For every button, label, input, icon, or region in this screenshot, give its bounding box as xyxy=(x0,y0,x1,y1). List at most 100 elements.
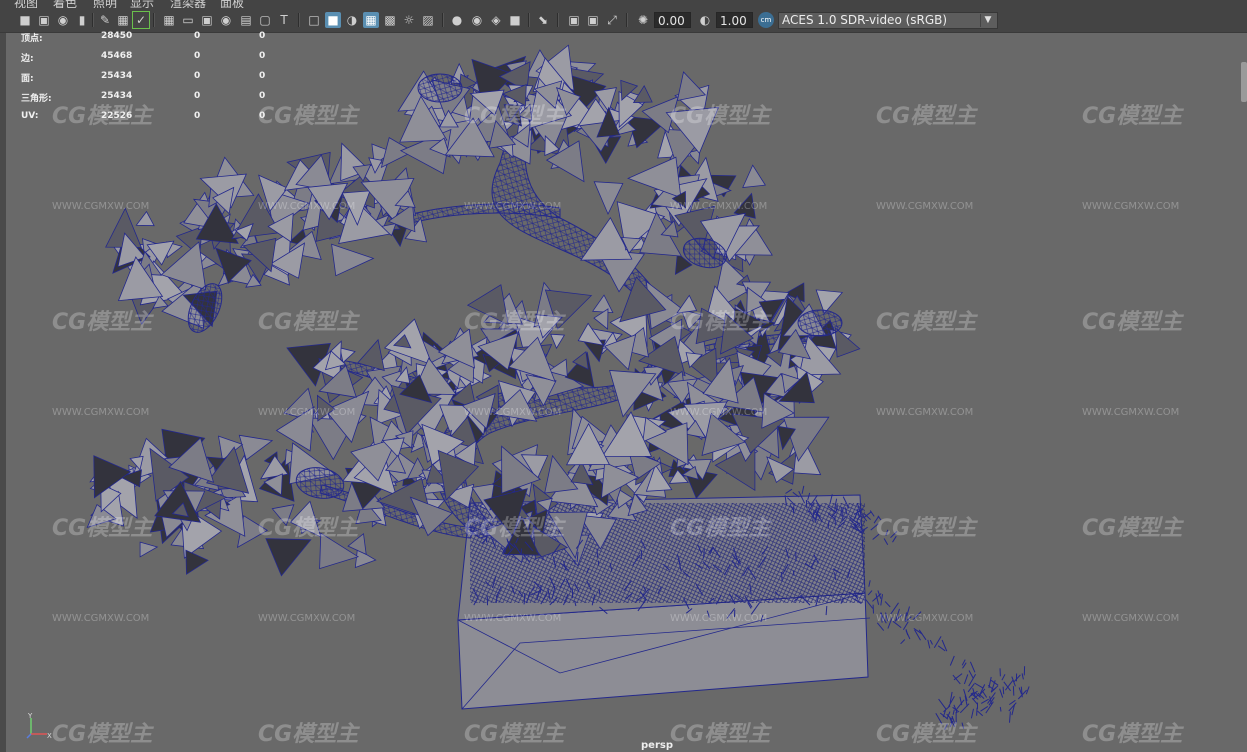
moss-strand xyxy=(1009,711,1011,723)
watermark-logo: CG模型主 xyxy=(52,310,153,335)
safe-title-icon[interactable]: ▢ xyxy=(257,12,273,28)
watermark-url: WWW.CGMXW.COM xyxy=(1082,613,1180,624)
moss-strand xyxy=(937,645,946,652)
view-transform-dropdown[interactable]: ACES 1.0 SDR-video (sRGB) ▼ xyxy=(778,12,998,29)
menu-renderer[interactable]: 渲染器 xyxy=(170,0,206,8)
axis-gizmo-icon: Y X xyxy=(26,712,52,740)
moss-strand xyxy=(933,636,942,648)
watermark-url: WWW.CGMXW.COM xyxy=(258,613,356,624)
watermark-logo: CG模型主 xyxy=(876,516,977,541)
depth-of-field-icon[interactable]: ■ xyxy=(507,12,523,28)
screen-space-ao-icon[interactable]: ● xyxy=(449,12,465,28)
moss-strand xyxy=(918,629,927,641)
watermark-logo: CG模型主 xyxy=(876,310,977,335)
watermark-logo: CG模型主 xyxy=(670,310,771,335)
moss-strand xyxy=(792,506,795,514)
multisample-aa-icon[interactable]: ◈ xyxy=(488,12,504,28)
wireframe-on-shaded-icon[interactable]: ▦ xyxy=(363,12,379,28)
menu-bar: 视图 着色 照明 显示 渲染器 面板 xyxy=(0,0,1247,8)
film-gate-icon[interactable]: ▭ xyxy=(180,12,196,28)
moss-strand xyxy=(977,710,984,717)
camera-attributes-icon[interactable]: ▣ xyxy=(36,12,52,28)
watermark-url: WWW.CGMXW.COM xyxy=(876,201,974,212)
watermark-url: WWW.CGMXW.COM xyxy=(52,201,150,212)
watermark-url: WWW.CGMXW.COM xyxy=(670,201,768,212)
grease-pencil-icon[interactable]: ✎ xyxy=(97,12,113,28)
two-d-pan-icon[interactable]: ▦ xyxy=(115,12,131,28)
hud-value: 25434 xyxy=(101,91,133,101)
xray-icon[interactable]: ▣ xyxy=(566,12,582,28)
gamma-icon[interactable]: ◐ xyxy=(697,12,713,28)
field-chart-icon[interactable]: ◉ xyxy=(218,12,234,28)
moss-strand xyxy=(867,590,873,596)
textured-icon[interactable]: ▩ xyxy=(382,12,398,28)
motion-blur-icon[interactable]: ◉ xyxy=(469,12,485,28)
smooth-shade-icon[interactable]: ■ xyxy=(325,12,341,28)
menu-show[interactable]: 显示 xyxy=(130,0,154,8)
moss-strand xyxy=(969,661,976,673)
leaf-polygon xyxy=(627,156,682,199)
scrollbar-handle[interactable] xyxy=(1241,62,1247,102)
watermark-url: WWW.CGMXW.COM xyxy=(52,613,150,624)
leaf-polygon xyxy=(550,333,566,350)
leaf-polygon xyxy=(139,541,159,558)
watermark-logo: CG模型主 xyxy=(464,516,565,541)
xray-joints-icon[interactable]: ▣ xyxy=(585,12,601,28)
hud-label: 面: xyxy=(21,74,34,84)
watermark-logo: CG模型主 xyxy=(876,104,977,129)
grid-icon[interactable]: ▦ xyxy=(161,12,177,28)
hud-value: 22526 xyxy=(101,111,133,121)
moss-strand xyxy=(781,571,783,582)
hud-value: 28450 xyxy=(101,31,133,41)
watermark-logo: CG模型主 xyxy=(52,722,153,747)
safe-action-icon[interactable]: ▤ xyxy=(238,12,254,28)
leaf-polygon xyxy=(135,210,155,227)
use-all-lights-icon[interactable]: ☼ xyxy=(401,12,417,28)
viewport-3d[interactable]: CG模型主 CG模型主 CG模型主 CG模型主 CG模型主 CG模型主 CG模型主 CG模型主… xyxy=(0,33,1247,752)
hud-value: 25434 xyxy=(101,71,133,81)
gate-mask-icon[interactable]: ✓ xyxy=(132,11,150,29)
hud-value: 0 xyxy=(259,51,266,61)
hud-label: 三角形: xyxy=(21,94,52,104)
camera-select-icon[interactable]: ■ xyxy=(17,12,33,28)
hud-value: 0 xyxy=(194,31,201,41)
menu-panels[interactable]: 面板 xyxy=(220,0,244,8)
watermark-url: WWW.CGMXW.COM xyxy=(464,407,562,418)
moss-strand xyxy=(868,580,871,587)
moss-strand xyxy=(953,673,963,681)
menu-shading[interactable]: 着色 xyxy=(53,0,77,8)
watermark-logo: CG模型主 xyxy=(52,516,153,541)
exposure-icon[interactable]: ✺ xyxy=(635,12,651,28)
axis-y-label: Y xyxy=(27,712,33,720)
hud-value: 0 xyxy=(194,91,201,101)
watermark-logo: CG模型主 xyxy=(1082,516,1183,541)
text-overlay-icon[interactable]: T xyxy=(276,12,292,28)
xray-active-icon[interactable]: ⤢ xyxy=(604,12,620,28)
menu-lighting[interactable]: 照明 xyxy=(93,0,117,8)
viewport-toolbar: ■ ▣ ◉ ▮ ✎ ▦ ✓ ▦ ▭ ▣ ◉ ▤ ▢ T □ ■ ◑ ▦ ▩ ☼ … xyxy=(0,8,1247,33)
bookmark-camera-icon[interactable]: ◉ xyxy=(55,12,71,28)
hud-value: 0 xyxy=(194,71,201,81)
gamma-field[interactable]: 1.00 xyxy=(716,12,753,28)
exposure-field[interactable]: 0.00 xyxy=(654,12,691,28)
moss-strand xyxy=(999,688,1004,698)
watermark-logo: CG模型主 xyxy=(258,310,359,335)
resolution-gate-icon[interactable]: ▣ xyxy=(199,12,215,28)
menu-view[interactable]: 视图 xyxy=(14,0,38,8)
default-material-icon[interactable]: ◑ xyxy=(344,12,360,28)
wireframe-cube-icon[interactable]: □ xyxy=(306,12,322,28)
leaf-polygon xyxy=(742,164,766,188)
moss-strand xyxy=(905,630,911,640)
leaf-polygon xyxy=(834,326,861,358)
moss-strand xyxy=(815,517,817,523)
isolate-select-icon[interactable]: ⬊ xyxy=(535,12,551,28)
hud-label: 边: xyxy=(21,54,34,64)
hud-value: 0 xyxy=(194,51,201,61)
view-transform-value: ACES 1.0 SDR-video (sRGB) xyxy=(782,13,948,27)
watermark-logo: CG模型主 xyxy=(1082,310,1183,335)
moss-strand xyxy=(869,510,875,517)
image-plane-icon[interactable]: ▮ xyxy=(74,12,90,28)
color-management-toggle-icon[interactable]: cm xyxy=(758,12,774,28)
leaf-polygon xyxy=(591,294,614,314)
shadows-icon[interactable]: ▨ xyxy=(420,12,436,28)
